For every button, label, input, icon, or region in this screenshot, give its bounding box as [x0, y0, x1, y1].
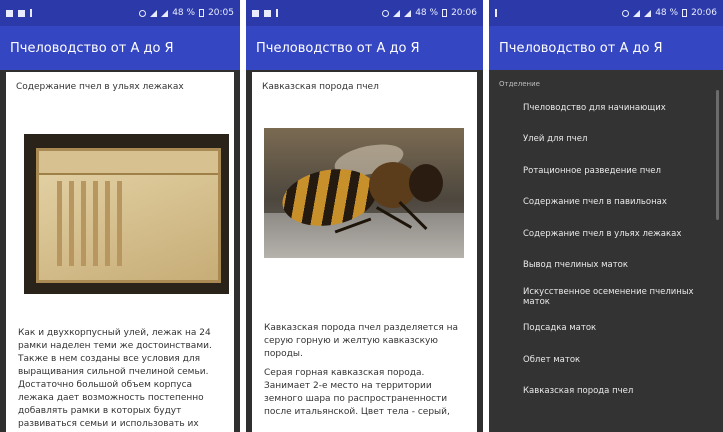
- alarm-icon: [622, 9, 630, 17]
- download-icon: [30, 9, 32, 17]
- menu-item-queen-flight[interactable]: Облет маток: [489, 344, 723, 376]
- cell-signal-icon: [161, 9, 169, 17]
- clock: 20:06: [691, 8, 717, 18]
- scrollbar[interactable]: [716, 90, 719, 220]
- cell-signal-icon: [404, 9, 412, 17]
- screen-caucasian-bee-article: 48 % 20:06 Пчеловодство от А до Я Кавказ…: [246, 0, 483, 432]
- battery-icon: [682, 9, 688, 17]
- image-notification-icon: [264, 9, 271, 17]
- menu-item-pavilions[interactable]: Содержание пчел в павильонах: [489, 187, 723, 219]
- navigation-menu: Отделение Пчеловодство для начинающих Ул…: [489, 70, 723, 432]
- menu-item-horizontal-hives[interactable]: Содержание пчел в ульях лежаках: [489, 218, 723, 250]
- wifi-signal-icon: [393, 9, 401, 17]
- download-icon: [276, 9, 278, 17]
- article-card[interactable]: Содержание пчел в ульях лежаках Как и дв…: [6, 72, 234, 432]
- menu-item-hive[interactable]: Улей для пчел: [489, 124, 723, 156]
- alarm-icon: [139, 9, 147, 17]
- battery-icon: [442, 9, 448, 17]
- status-bar: 48 % 20:06: [246, 0, 483, 26]
- battery-percent: 48 %: [172, 8, 196, 18]
- hive-box-image: [36, 148, 221, 283]
- screen-hive-article: 48 % 20:05 Пчеловодство от А до Я Содерж…: [0, 0, 240, 432]
- hive-photo: [24, 134, 229, 294]
- article-body: Как и двухкорпусный улей, лежак на 24 ра…: [18, 327, 224, 432]
- image-notification-icon: [18, 9, 25, 17]
- bee-photo: [264, 128, 464, 258]
- menu-item-insemination[interactable]: Искусственное осеменение пчелиных маток: [489, 281, 723, 313]
- status-bar: 48 % 20:05: [0, 0, 240, 26]
- app-bar: Пчеловодство от А до Я: [489, 26, 723, 70]
- article-paragraph: Как и двухкорпусный улей, лежак на 24 ра…: [18, 328, 212, 429]
- app-title: Пчеловодство от А до Я: [499, 40, 663, 56]
- clock: 20:06: [451, 8, 477, 18]
- app-notification-icon: [252, 9, 259, 17]
- app-title: Пчеловодство от А до Я: [256, 40, 420, 56]
- battery-icon: [199, 9, 205, 17]
- wifi-signal-icon: [633, 9, 641, 17]
- article-heading: Кавказская порода пчел: [262, 82, 379, 92]
- article-paragraph: Кавказская порода пчел разделяется на се…: [264, 323, 459, 359]
- menu-item-queen-rearing[interactable]: Вывод пчелиных маток: [489, 250, 723, 282]
- battery-percent: 48 %: [655, 8, 679, 18]
- screen-navigation-drawer: 48 % 20:06 Пчеловодство от А до Я Отделе…: [489, 0, 723, 432]
- article-heading: Содержание пчел в ульях лежаках: [16, 82, 184, 92]
- menu-item-caucasian-bee[interactable]: Кавказская порода пчел: [489, 376, 723, 408]
- article-body: Кавказская порода пчел разделяется на се…: [264, 322, 467, 425]
- status-bar: 48 % 20:06: [489, 0, 723, 26]
- app-bar: Пчеловодство от А до Я: [0, 26, 240, 70]
- menu-item-beginners[interactable]: Пчеловодство для начинающих: [489, 92, 723, 124]
- app-title: Пчеловодство от А до Я: [10, 40, 174, 56]
- battery-percent: 48 %: [415, 8, 439, 18]
- download-icon: [495, 9, 497, 17]
- app-bar: Пчеловодство от А до Я: [246, 26, 483, 70]
- article-card[interactable]: Кавказская порода пчел Кавказская порода…: [252, 72, 477, 432]
- wifi-signal-icon: [150, 9, 158, 17]
- clock: 20:05: [208, 8, 234, 18]
- menu-item-queen-introduction[interactable]: Подсадка маток: [489, 313, 723, 345]
- menu-item-rotational-breeding[interactable]: Ротационное разведение пчел: [489, 155, 723, 187]
- menu-section-header: Отделение: [499, 80, 540, 88]
- alarm-icon: [382, 9, 390, 17]
- app-notification-icon: [6, 9, 13, 17]
- cell-signal-icon: [644, 9, 652, 17]
- article-paragraph: Серая горная кавказская порода. Занимает…: [264, 368, 450, 417]
